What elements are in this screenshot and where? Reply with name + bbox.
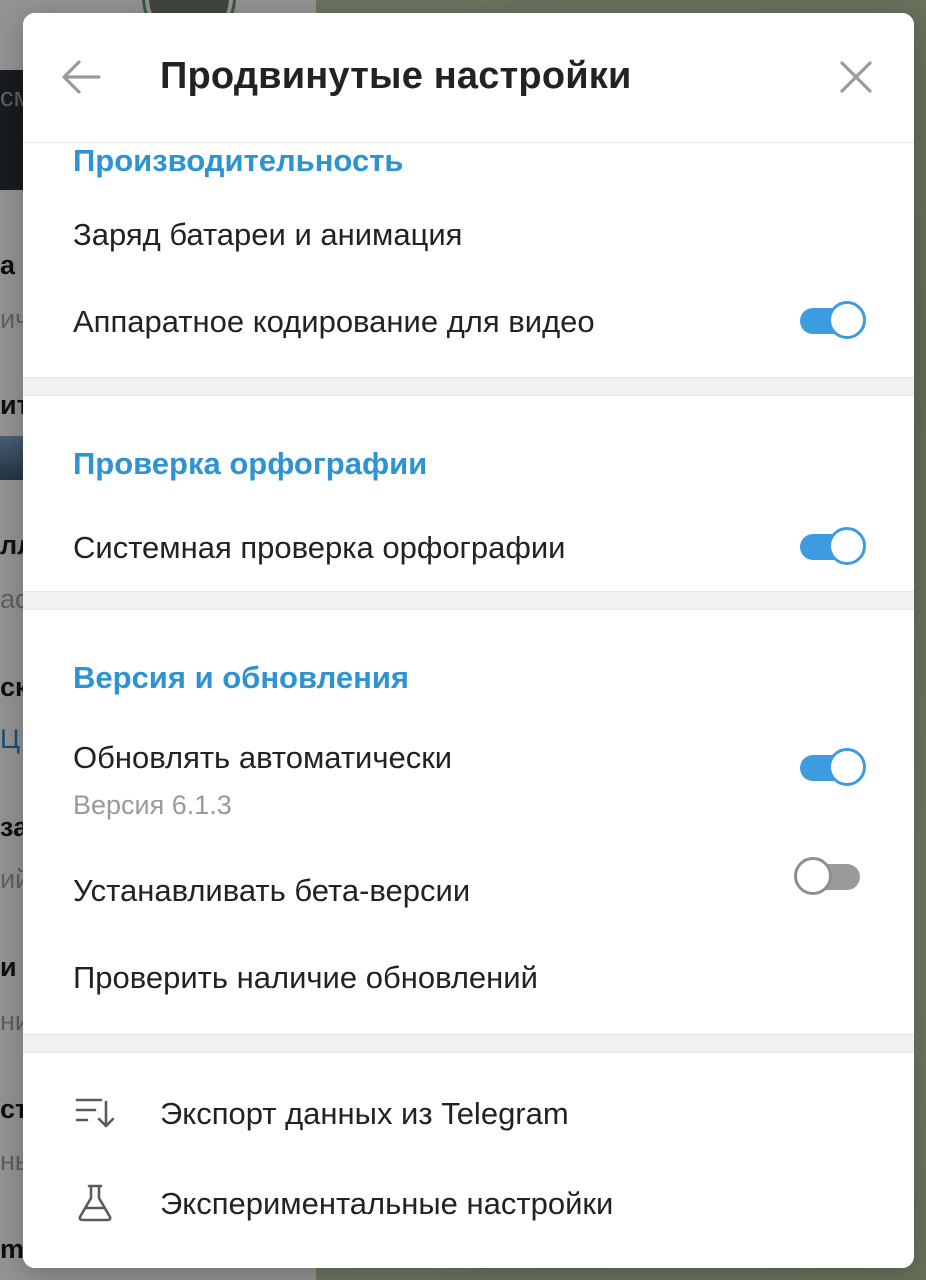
close-icon [839, 60, 873, 99]
version-text: Версия 6.1.3 [73, 790, 232, 820]
flask-icon [75, 1183, 115, 1223]
dialog-header: Продвинутые настройки [23, 13, 914, 143]
section-performance: Производительность Заряд батареи и анима… [23, 113, 914, 377]
install-beta-label[interactable]: Устанавливать бета-версии [73, 873, 470, 909]
back-button[interactable] [57, 55, 105, 103]
close-button[interactable] [832, 55, 880, 103]
section-updates: Версия и обновления Обновлять автоматиче… [23, 610, 914, 1034]
section-title: Производительность [73, 143, 404, 178]
hardware-video-encoding-label[interactable]: Аппаратное кодирование для видео [73, 304, 595, 340]
battery-animation-item[interactable]: Заряд батареи и анимация [73, 217, 462, 253]
section-misc: Экспорт данных из Telegram Экспериментал… [23, 1053, 914, 1268]
section-title: Версия и обновления [73, 660, 410, 695]
system-spellcheck-toggle[interactable] [798, 526, 866, 566]
section-divider [23, 1034, 914, 1053]
auto-update-toggle[interactable] [798, 747, 866, 787]
check-updates-item[interactable]: Проверить наличие обновлений [73, 960, 538, 996]
dialog-title: Продвинутые настройки [160, 55, 632, 97]
section-divider [23, 377, 914, 396]
export-data-icon [75, 1093, 115, 1133]
section-spellcheck: Проверка орфографии Системная проверка о… [23, 396, 914, 591]
section-divider [23, 591, 914, 610]
export-data-item[interactable]: Экспорт данных из Telegram [160, 1096, 569, 1132]
install-beta-toggle[interactable] [794, 856, 862, 896]
system-spellcheck-label[interactable]: Системная проверка орфографии [73, 530, 566, 566]
section-title: Проверка орфографии [73, 446, 428, 481]
hardware-video-encoding-toggle[interactable] [798, 300, 866, 340]
settings-scroll-area[interactable]: Производительность Заряд батареи и анима… [23, 13, 914, 1268]
arrow-left-icon [61, 59, 101, 100]
advanced-settings-dialog: Продвинутые настройки Производительность… [23, 13, 914, 1268]
auto-update-label[interactable]: Обновлять автоматически [73, 740, 452, 776]
experimental-settings-item[interactable]: Экспериментальные настройки [160, 1186, 613, 1222]
